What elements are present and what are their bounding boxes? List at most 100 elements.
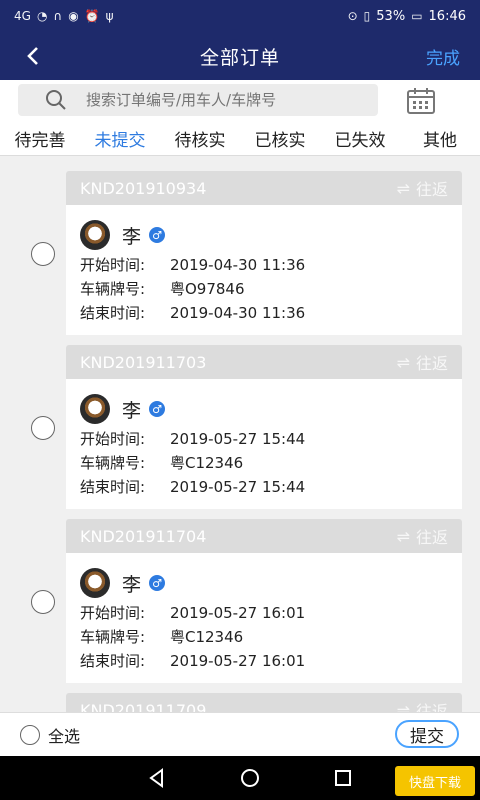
order-select-radio[interactable] (31, 590, 55, 614)
roundtrip-icon: ⇌ (396, 352, 410, 372)
order-code: KND201910934 (80, 178, 207, 198)
end-time-label: 结束时间: (80, 304, 146, 322)
order-select-radio[interactable] (31, 242, 55, 266)
roundtrip-icon: ⇌ (396, 526, 410, 546)
select-all-label: 全选 (48, 727, 81, 746)
alarm-icon: ⏰ (84, 9, 100, 23)
tab-not-submitted[interactable]: 未提交 (80, 126, 160, 151)
plate-label: 车辆牌号: (80, 628, 146, 646)
trip-label: 往返 (415, 354, 448, 373)
roundtrip-icon: ⇌ (396, 700, 410, 713)
done-button[interactable]: 完成 (426, 44, 460, 69)
recents-square-icon[interactable] (332, 767, 354, 789)
headset-icon: ∩ (53, 9, 63, 23)
eye-icon: ◉ (68, 9, 79, 23)
back-triangle-icon[interactable] (146, 767, 168, 789)
search-input[interactable] (86, 91, 366, 109)
male-icon: ♂ (149, 575, 166, 591)
order-card[interactable]: KND201910934 ⇌ 往返 李 ♂ 开始时间: 2019-04-30 11:… (66, 171, 462, 335)
user-line: 李 ♂ (80, 220, 448, 250)
male-icon: ♂ (149, 227, 166, 243)
tab-other[interactable]: 其他 (400, 126, 480, 151)
order-header: KND201910934 ⇌ 往返 (66, 171, 462, 205)
user-line: 李 ♂ (80, 568, 448, 598)
end-time-row: 结束时间: 2019-05-27 16:01 (80, 649, 448, 673)
order-body: 李 ♂ 开始时间: 2019-05-27 15:44 车辆牌号: 粤C12346 结… (66, 379, 462, 509)
order-code: KND201911703 (80, 352, 207, 372)
watermark-logo: 快盘下载 (395, 766, 475, 796)
start-time-value: 2019-05-27 16:01 (170, 604, 306, 622)
tab-pending-completion[interactable]: 待完善 (0, 126, 80, 151)
male-icon: ♂ (149, 401, 166, 417)
header-bar: 全部订单 完成 (0, 32, 480, 80)
start-time-row: 开始时间: 2019-05-27 15:44 (80, 427, 448, 451)
clock: 16:46 (428, 8, 466, 24)
start-time-row: 开始时间: 2019-04-30 11:36 (80, 253, 448, 277)
plate-label: 车辆牌号: (80, 280, 146, 298)
select-all-radio[interactable] (20, 725, 40, 745)
avatar (80, 568, 110, 598)
tab-pending-verification[interactable]: 待核实 (160, 126, 240, 151)
start-time-value: 2019-05-27 15:44 (170, 430, 306, 448)
bottom-action-bar: 全选 提交 (0, 712, 480, 756)
order-select-radio[interactable] (31, 416, 55, 440)
order-card[interactable]: KND201911703 ⇌ 往返 李 ♂ 开始时间: 2019-05-27 15:… (66, 345, 462, 509)
plate-value: 粤C12346 (170, 454, 244, 472)
wifi-icon: ◔ (36, 9, 48, 23)
order-header: KND201911703 ⇌ 往返 (66, 345, 462, 379)
search-box (18, 84, 378, 116)
order-header: KND201911704 ⇌ 往返 (66, 519, 462, 553)
end-time-label: 结束时间: (80, 652, 146, 670)
end-time-label: 结束时间: (80, 478, 146, 496)
user-name: 李 (122, 573, 142, 596)
start-time-label: 开始时间: (80, 430, 146, 448)
trip-type: ⇌ 往返 (396, 698, 448, 713)
trip-label: 往返 (415, 702, 448, 712)
order-list: KND201910934 ⇌ 往返 李 ♂ 开始时间: 2019-04-30 11:… (0, 156, 480, 712)
order-card[interactable]: KND201911704 ⇌ 往返 李 ♂ 开始时间: 2019-05-27 16:… (66, 519, 462, 683)
usb-icon: ψ (105, 9, 114, 23)
user-line: 李 ♂ (80, 394, 448, 424)
start-time-value: 2019-04-30 11:36 (170, 256, 306, 274)
order-body: 李 ♂ 开始时间: 2019-04-30 11:36 车辆牌号: 粤O97846 结… (66, 205, 462, 335)
chevron-left-icon (27, 47, 38, 65)
trip-type: ⇌ 往返 (397, 176, 448, 200)
select-all-toggle[interactable]: 全选 (20, 723, 80, 747)
order-code: KND201911709 (80, 700, 207, 713)
avatar (80, 220, 110, 250)
end-time-value: 2019-04-30 11:36 (170, 304, 306, 322)
plate-row: 车辆牌号: 粤C12346 (80, 625, 448, 649)
signal-icon: 4G (14, 9, 31, 23)
start-time-label: 开始时间: (80, 256, 146, 274)
order-code: KND201911704 (80, 526, 207, 546)
search-icon (44, 88, 74, 112)
tab-expired[interactable]: 已失效 (320, 126, 400, 151)
roundtrip-icon: ⇌ (396, 178, 410, 198)
back-button[interactable] (18, 40, 50, 72)
search-row (0, 80, 480, 122)
submit-button[interactable]: 提交 (395, 720, 459, 748)
plate-row: 车辆牌号: 粤C12346 (80, 451, 448, 475)
end-time-row: 结束时间: 2019-04-30 11:36 (80, 301, 448, 325)
plate-value: 粤C12346 (170, 628, 244, 646)
calendar-icon[interactable] (406, 87, 436, 115)
order-card[interactable]: KND201911709 ⇌ 往返 (66, 693, 462, 712)
trip-label: 往返 (415, 528, 448, 547)
home-circle-icon[interactable] (239, 767, 261, 789)
user-name: 李 (122, 399, 142, 422)
plate-label: 车辆牌号: (80, 454, 146, 472)
start-time-label: 开始时间: (80, 604, 146, 622)
trip-label: 往返 (415, 180, 448, 199)
end-time-row: 结束时间: 2019-05-27 15:44 (80, 475, 448, 499)
trip-type: ⇌ 往返 (397, 524, 448, 548)
battery-percent: 53% (376, 8, 406, 24)
end-time-value: 2019-05-27 16:01 (170, 652, 306, 670)
plate-value: 粤O97846 (170, 280, 245, 298)
location-icon: ⊙ (347, 9, 358, 23)
user-name: 李 (122, 225, 142, 248)
order-body: 李 ♂ 开始时间: 2019-05-27 16:01 车辆牌号: 粤C12346 结… (66, 553, 462, 683)
vibrate-icon: ▯ (363, 9, 371, 23)
plate-row: 车辆牌号: 粤O97846 (80, 277, 448, 301)
start-time-row: 开始时间: 2019-05-27 16:01 (80, 601, 448, 625)
tab-verified[interactable]: 已核实 (240, 126, 320, 151)
